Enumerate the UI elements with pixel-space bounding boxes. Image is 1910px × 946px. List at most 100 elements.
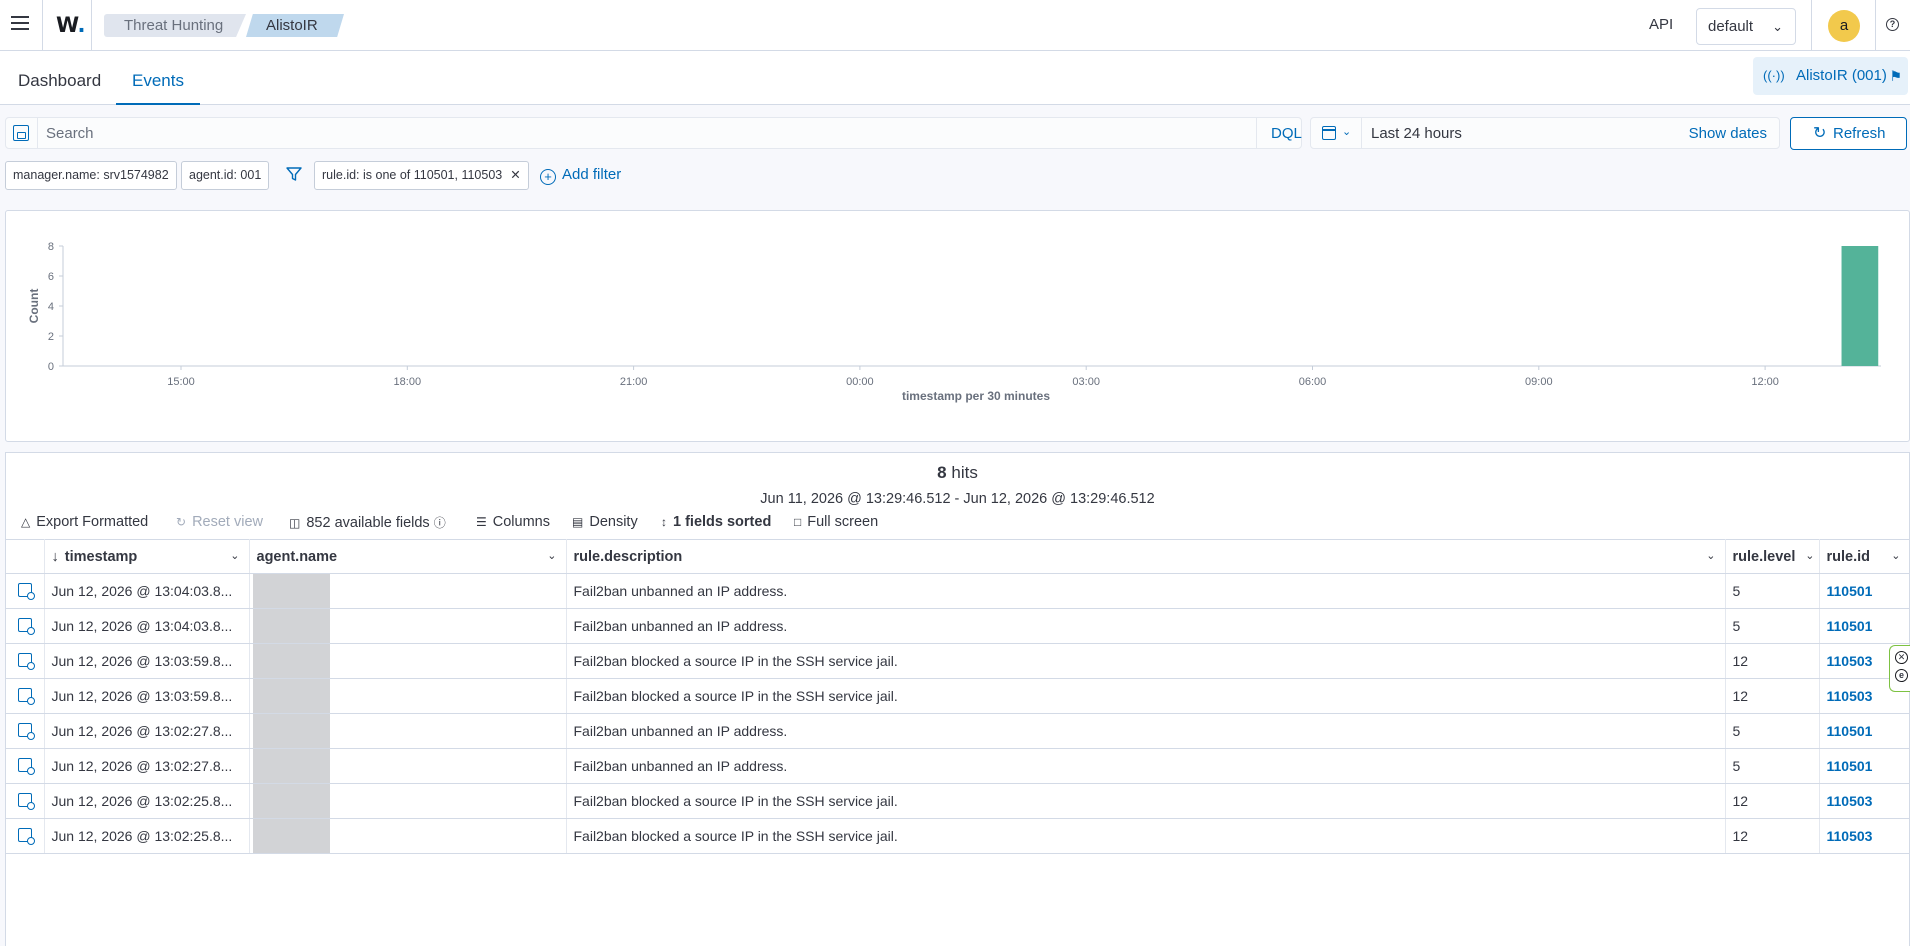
pin-icon[interactable]: ⚑ [1889, 57, 1902, 95]
expand-row-button[interactable] [6, 783, 45, 819]
x-axis-title: timestamp per 30 minutes [902, 389, 1050, 403]
pinned-agent-label: AlistoIR (001) [1796, 67, 1887, 84]
help-icon[interactable]: ? [1886, 18, 1899, 31]
expand-row-button[interactable] [6, 608, 45, 644]
inspect-icon [17, 617, 35, 635]
filter-pill[interactable]: agent.id: 001 [181, 161, 270, 190]
cell-timestamp: Jun 12, 2026 @ 13:02:25.8... [44, 818, 250, 854]
cell-rule-id-link[interactable]: 110501 [1819, 713, 1910, 749]
expand-row-button[interactable] [6, 573, 45, 609]
y-tick-label: 8 [48, 241, 54, 253]
cell-rule-level: 5 [1725, 713, 1820, 749]
column-header-rule-description[interactable]: rule.description ⌄ [566, 539, 1726, 574]
cell-rule-id-link[interactable]: 110501 [1819, 573, 1910, 609]
breadcrumb-threat-hunting[interactable]: Threat Hunting [104, 14, 246, 37]
cell-rule-description: Fail2ban unbanned an IP address. [566, 748, 1726, 784]
table-row: Jun 12, 2026 @ 13:03:59.8... Fail2ban bl… [6, 678, 1910, 714]
show-dates-button[interactable]: Show dates [1689, 125, 1767, 142]
filter-pill[interactable]: manager.name: srv1574982 [5, 161, 177, 190]
column-header-rule-id[interactable]: rule.id ⌄ [1819, 539, 1910, 574]
search-input[interactable] [46, 122, 1246, 144]
x-tick-label: 21:00 [620, 376, 648, 388]
pinned-agent-button[interactable]: ((·)) AlistoIR (001) ⚑ [1753, 57, 1908, 95]
reset-label: Reset view [192, 514, 263, 530]
redacted-block [252, 819, 330, 853]
density-icon: ▤ [572, 515, 584, 529]
add-filter-button[interactable]: + Add filter [540, 166, 621, 185]
cell-rule-level: 5 [1725, 608, 1820, 644]
cell-rule-level: 12 [1725, 818, 1820, 854]
cell-timestamp: Jun 12, 2026 @ 13:02:27.8... [44, 748, 250, 784]
chevron-down-icon[interactable]: ⌄ [547, 549, 556, 562]
refresh-button[interactable]: ↻ Refresh [1790, 117, 1907, 150]
column-header-agent-name[interactable]: agent.name ⌄ [249, 539, 567, 574]
cell-rule-level: 5 [1725, 573, 1820, 609]
columns-button[interactable]: ☰ Columns [476, 514, 550, 530]
chevron-down-icon[interactable]: ⌄ [1805, 549, 1814, 562]
query-language-toggle[interactable]: DQL [1271, 125, 1302, 142]
chevron-down-icon[interactable]: ⌄ [230, 549, 239, 562]
reset-view-button[interactable]: ↻ Reset view [176, 514, 263, 530]
redacted-block [252, 749, 330, 783]
cell-agent-name [249, 573, 567, 609]
x-tick-label: 12:00 [1751, 376, 1779, 388]
breadcrumb-agent[interactable]: AlistoIR [246, 14, 344, 37]
sort-fields-button[interactable]: ↕ 1 fields sorted [661, 514, 771, 530]
floating-assistant-widget[interactable]: ✕ e [1889, 645, 1910, 692]
tab-events[interactable]: Events [116, 51, 200, 105]
space-select[interactable]: default ⌄ [1696, 8, 1796, 45]
expand-row-button[interactable] [6, 748, 45, 784]
add-filter-label: Add filter [562, 166, 622, 183]
expand-row-button[interactable] [6, 678, 45, 714]
column-header-rule-level[interactable]: rule.level ⌄ [1725, 539, 1820, 574]
column-header-timestamp[interactable]: ↓ timestamp ⌄ [44, 539, 250, 574]
cell-rule-id-link[interactable]: 110503 [1819, 783, 1910, 819]
plus-icon: + [540, 169, 556, 185]
histogram-panel: 0 2 4 6 8 15:00 18:00 21:00 00:00 03:00 06:00 09:00… [5, 210, 1910, 442]
cell-rule-id-link[interactable]: 110503 [1819, 818, 1910, 854]
app-logo[interactable]: W. [56, 13, 85, 37]
table-row: Jun 12, 2026 @ 13:02:25.8... Fail2ban bl… [6, 783, 1910, 819]
results-table: ↓ timestamp ⌄ agent.name ⌄ rule.description… [6, 539, 1910, 854]
available-fields-button[interactable]: ◫ 852 available fields ⓘ [289, 514, 452, 531]
y-tick-label: 2 [48, 331, 54, 343]
redacted-block [252, 714, 330, 748]
expand-row-button[interactable] [6, 818, 45, 854]
save-query-icon[interactable] [13, 125, 29, 141]
chevron-down-icon[interactable]: ⌄ [1342, 125, 1351, 138]
filter-pill[interactable]: rule.id: is one of 110501, 110503 ✕ [314, 161, 529, 190]
date-picker: ⌄ Last 24 hours Show dates [1310, 117, 1780, 149]
hits-count: 8 hits [6, 463, 1909, 483]
menu-icon[interactable] [11, 16, 29, 30]
density-button[interactable]: ▤ Density [572, 514, 638, 530]
info-icon: ⓘ [433, 516, 446, 530]
export-formatted-button[interactable]: △ Export Formatted [21, 514, 148, 530]
expand-row-button[interactable] [6, 713, 45, 749]
inspect-icon [17, 722, 35, 740]
cell-agent-name [249, 783, 567, 819]
histogram-chart: 0 2 4 6 8 15:00 18:00 21:00 00:00 03:00 06:00 09:00… [27, 241, 1881, 403]
date-range-label[interactable]: Last 24 hours [1371, 125, 1462, 142]
close-icon[interactable]: ✕ [1895, 651, 1908, 664]
inspect-icon [17, 827, 35, 845]
header-control-cell [6, 539, 45, 574]
chevron-down-icon[interactable]: ⌄ [1891, 549, 1900, 562]
api-link[interactable]: API [1649, 16, 1673, 33]
tab-dashboard[interactable]: Dashboard [18, 51, 101, 105]
cell-rule-description: Fail2ban blocked a source IP in the SSH … [566, 818, 1726, 854]
x-tick-label: 09:00 [1525, 376, 1553, 388]
expand-row-button[interactable] [6, 643, 45, 679]
assistant-icon[interactable]: e [1895, 669, 1908, 682]
full-screen-button[interactable]: □ Full screen [794, 514, 878, 530]
sort-desc-icon[interactable]: ↓ [52, 549, 59, 565]
export-icon: △ [21, 515, 31, 529]
cell-rule-description: Fail2ban blocked a source IP in the SSH … [566, 783, 1726, 819]
chevron-down-icon[interactable]: ⌄ [1706, 549, 1715, 562]
cell-rule-id-link[interactable]: 110501 [1819, 748, 1910, 784]
avatar[interactable]: a [1828, 10, 1860, 42]
calendar-icon[interactable] [1322, 126, 1336, 140]
cell-rule-id-link[interactable]: 110501 [1819, 608, 1910, 644]
close-icon[interactable]: ✕ [510, 168, 520, 182]
fields-label: 852 available fields [306, 515, 430, 531]
filter-icon[interactable] [286, 166, 302, 182]
